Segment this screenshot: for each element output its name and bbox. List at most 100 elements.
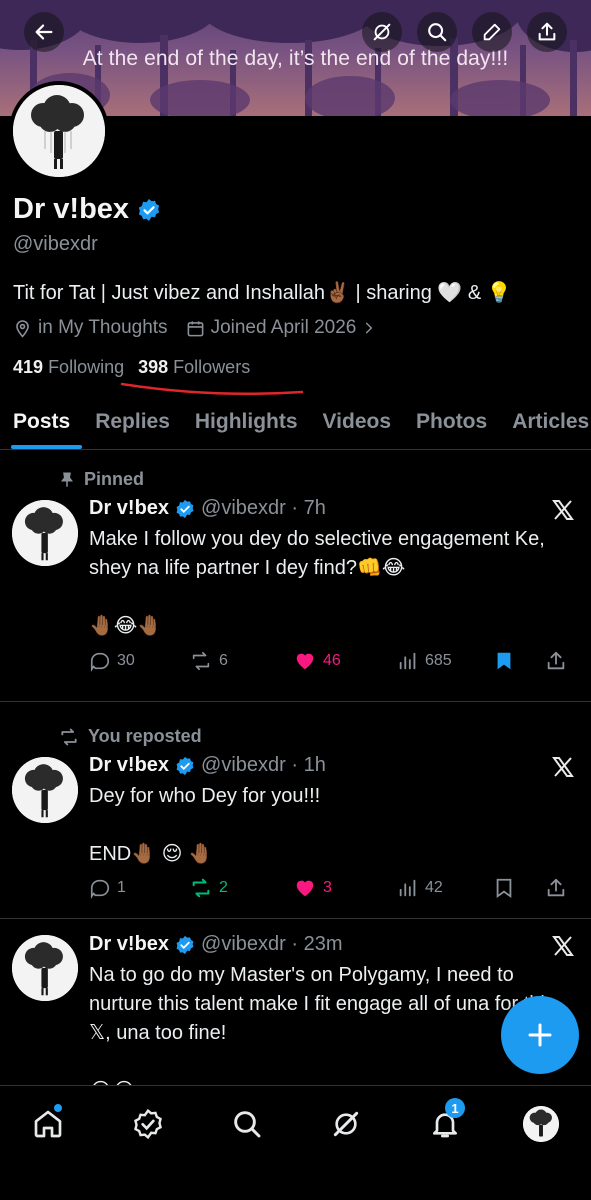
- post-text: Dey for who Dey for you!!! END🤚🏾 😌 🤚🏾: [89, 785, 321, 865]
- post-recent[interactable]: Dr v!bex @vibexdr · 23m Na to go do my M…: [0, 919, 591, 1085]
- followers-label: Followers: [173, 357, 251, 377]
- x-logo-icon[interactable]: [551, 934, 575, 958]
- edit-button[interactable]: [472, 12, 512, 52]
- post-actions: 1 2 3 42: [89, 877, 577, 899]
- share-button[interactable]: [527, 12, 567, 52]
- post-avatar[interactable]: [12, 500, 78, 566]
- profile-tabs: Posts Replies Highlights Videos Photos A…: [0, 400, 591, 450]
- joined-item[interactable]: Joined April 2026: [186, 317, 377, 339]
- reply-button[interactable]: 1: [89, 877, 189, 899]
- view-count: 685: [425, 652, 452, 669]
- grok-icon: [373, 23, 391, 41]
- followers-link[interactable]: 398 Followers: [138, 357, 250, 378]
- bookmark-button[interactable]: [493, 650, 545, 672]
- compose-button[interactable]: [501, 996, 579, 1074]
- post-actions: 30 6 46 685: [89, 650, 577, 672]
- like-button[interactable]: 3: [293, 877, 397, 899]
- repost-label: You reposted: [88, 726, 202, 746]
- search-button[interactable]: [417, 12, 457, 52]
- profile-avatar[interactable]: [9, 81, 109, 181]
- post-share-button[interactable]: [545, 650, 567, 672]
- share-icon: [547, 878, 565, 897]
- pin-icon: [61, 472, 73, 487]
- post-text: Make I follow you dey do selective engag…: [89, 528, 545, 637]
- bookmark-button[interactable]: [493, 877, 545, 899]
- tab-photos[interactable]: Photos: [403, 400, 499, 449]
- nav-grok[interactable]: [326, 1104, 366, 1144]
- following-link[interactable]: 419 Following: [13, 357, 124, 378]
- calendar-icon: [187, 320, 203, 336]
- joined-text: Joined April 2026: [210, 317, 357, 338]
- following-count: 419: [13, 357, 44, 377]
- grok-icon: [333, 1111, 359, 1137]
- nav-notifications[interactable]: 1: [425, 1098, 465, 1144]
- reply-button[interactable]: 30: [89, 650, 189, 672]
- nav-profile-avatar[interactable]: [523, 1106, 559, 1142]
- nav-communities[interactable]: [128, 1104, 168, 1144]
- back-button[interactable]: [24, 12, 64, 52]
- post-avatar[interactable]: [12, 757, 78, 823]
- storm-cloud-figure-image: [13, 85, 105, 177]
- views-bars-icon: [399, 652, 416, 670]
- bookmark-icon: [496, 878, 512, 899]
- nav-search[interactable]: [227, 1104, 267, 1144]
- post-handle-time: @vibexdr · 23m: [201, 933, 343, 955]
- location-pin-icon: [16, 319, 29, 338]
- post-share-button[interactable]: [545, 877, 567, 899]
- verified-outline-icon: [134, 1108, 162, 1140]
- location-item: in My Thoughts: [13, 317, 168, 339]
- tab-videos[interactable]: Videos: [310, 400, 403, 449]
- tab-posts[interactable]: Posts: [0, 400, 83, 449]
- pinned-label: Pinned: [84, 469, 145, 489]
- share-icon: [547, 651, 565, 670]
- post-author-name[interactable]: Dr v!bex: [89, 754, 169, 777]
- heart-filled-icon: [296, 880, 314, 897]
- post-text: Na to go do my Master's on Polygamy, I n…: [89, 964, 555, 1085]
- followers-count: 398: [138, 357, 169, 377]
- bookmark-filled-icon: [497, 652, 511, 670]
- post-pinned[interactable]: Pinned Dr v!bex @vibexdr · 7h Make I fol…: [0, 451, 591, 701]
- repost-icon: [192, 651, 210, 671]
- storm-cloud-figure-image: [12, 935, 78, 1001]
- x-logo-icon[interactable]: [551, 498, 575, 522]
- nav-home[interactable]: [28, 1104, 68, 1144]
- search-icon: [428, 23, 447, 42]
- views-button[interactable]: 685: [397, 650, 493, 672]
- reply-icon: [90, 652, 110, 672]
- follow-stats: 419 Following 398 Followers: [13, 357, 250, 378]
- share-icon: [538, 22, 556, 41]
- profile-name: Dr v!bex: [13, 193, 130, 225]
- tab-replies[interactable]: Replies: [82, 400, 182, 449]
- following-label: Following: [48, 357, 125, 377]
- pencil-icon: [483, 23, 501, 41]
- grok-button[interactable]: [362, 12, 402, 52]
- location-text: in My Thoughts: [38, 317, 168, 338]
- repost-indicator: You reposted: [58, 726, 202, 747]
- profile-meta: in My Thoughts Joined April 2026: [13, 317, 394, 339]
- view-count: 42: [425, 879, 443, 896]
- repost-button[interactable]: 6: [189, 650, 293, 672]
- notifications-badge: 1: [445, 1098, 465, 1118]
- home-new-dot: [54, 1104, 62, 1112]
- post-author-name[interactable]: Dr v!bex: [89, 497, 169, 520]
- post-header: Dr v!bex @vibexdr · 23m: [89, 933, 343, 956]
- tab-highlights[interactable]: Highlights: [182, 400, 310, 449]
- views-button[interactable]: 42: [397, 877, 493, 899]
- pinned-indicator: Pinned: [58, 469, 144, 490]
- repost-button[interactable]: 2: [189, 877, 293, 899]
- tab-articles[interactable]: Articles: [499, 400, 591, 449]
- heart-filled-icon: [296, 653, 314, 670]
- red-underline-annotation: [120, 382, 304, 396]
- post-reposted[interactable]: You reposted Dr v!bex @vibexdr · 1h Dey …: [0, 702, 591, 918]
- bottom-nav: 1: [0, 1085, 591, 1200]
- verified-badge-icon[interactable]: [137, 198, 161, 222]
- x-logo-icon[interactable]: [551, 755, 575, 779]
- post-handle-time: @vibexdr · 7h: [201, 497, 326, 519]
- like-button[interactable]: 46: [293, 650, 397, 672]
- verified-badge-icon: [176, 935, 194, 954]
- verified-badge-icon: [176, 499, 194, 518]
- post-author-name[interactable]: Dr v!bex: [89, 933, 169, 956]
- post-header: Dr v!bex @vibexdr · 1h: [89, 754, 326, 777]
- storm-cloud-figure-image: [12, 757, 78, 823]
- post-avatar[interactable]: [12, 935, 78, 1001]
